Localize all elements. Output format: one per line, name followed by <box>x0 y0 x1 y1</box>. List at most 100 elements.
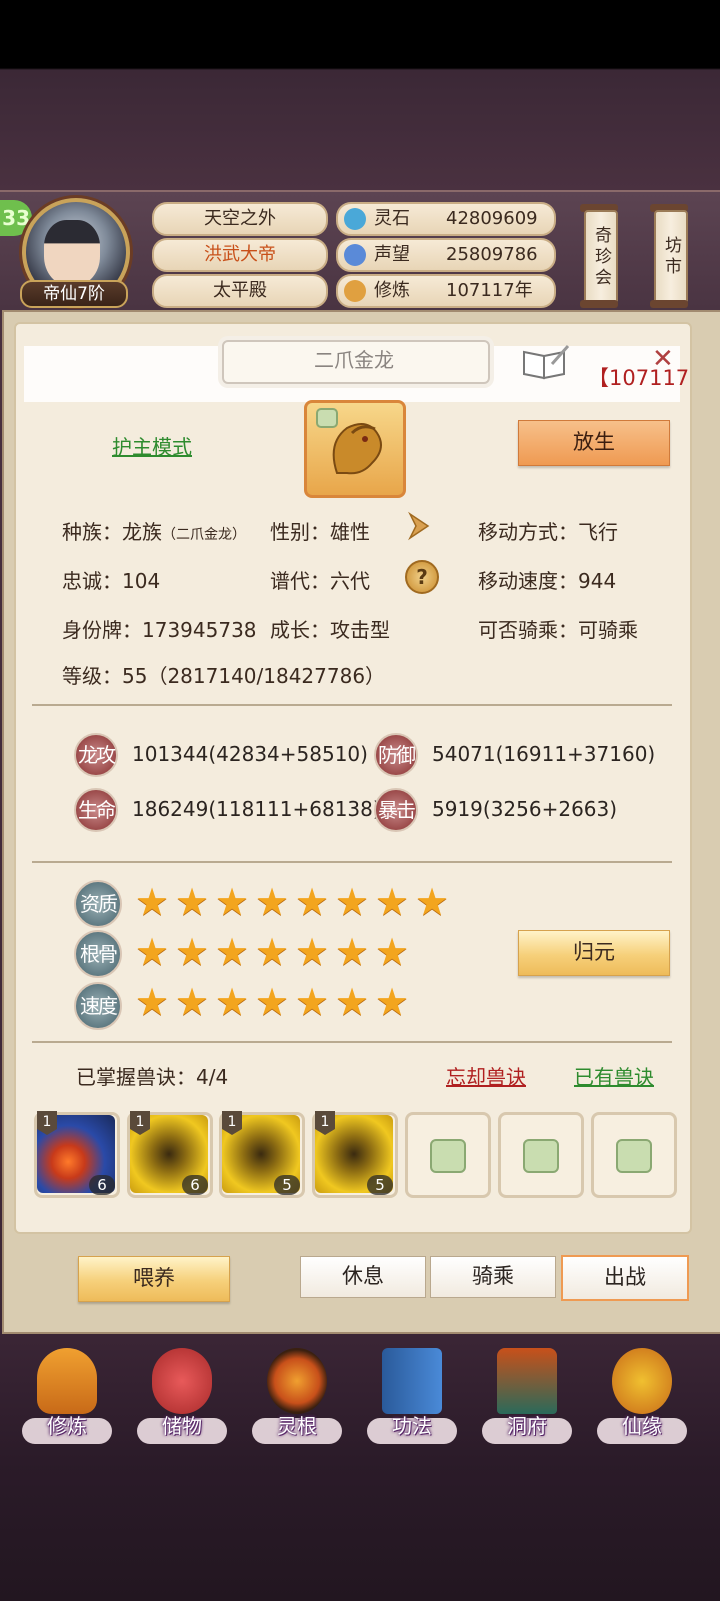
skill-slot[interactable]: 1 6 <box>127 1111 213 1198</box>
player-rank: 帝仙7阶 <box>20 280 128 308</box>
release-button[interactable]: 放生 <box>518 420 670 466</box>
lock-icon <box>430 1139 466 1173</box>
locked-skill-slot[interactable] <box>405 1112 491 1198</box>
avatar-portrait <box>44 220 100 286</box>
nav-cave[interactable]: 洞府 <box>472 1340 582 1450</box>
star-icon: ★ <box>174 930 210 974</box>
close-icon[interactable]: ✕ <box>652 346 674 372</box>
feed-button[interactable]: 喂养 <box>78 1256 230 1302</box>
book-icon <box>382 1348 442 1414</box>
aptitude-stars: ★ ★ ★ ★ ★ ★ ★ ★ <box>134 880 464 924</box>
spirit-stone-icon <box>344 208 366 230</box>
rideable-info: 可否骑乘：可骑乘 <box>478 618 638 642</box>
health-value: 186249(118111+68138) <box>132 797 381 821</box>
nav-destiny[interactable]: 仙缘 <box>587 1340 697 1450</box>
resource-spirit-stone: 灵石 42809609 <box>336 202 556 236</box>
help-icon[interactable]: ? <box>405 560 439 594</box>
rename-book-icon[interactable] <box>520 344 570 380</box>
skill-level: 6 <box>182 1175 208 1195</box>
forget-skill-link[interactable]: 忘却兽诀 <box>446 1061 526 1090</box>
title-1[interactable]: 天空之外 <box>152 202 328 236</box>
nav-label: 洞府 <box>507 1414 547 1438</box>
star-icon: ★ <box>414 880 450 924</box>
title-3[interactable]: 太平殿 <box>152 274 328 308</box>
star-icon: ★ <box>374 980 410 1024</box>
resource-value: 107117年 <box>446 280 533 301</box>
meditation-icon <box>344 280 366 302</box>
nav-storage[interactable]: 储物 <box>127 1340 237 1450</box>
nav-label: 功法 <box>392 1414 432 1438</box>
market-button[interactable]: 坊市 <box>654 210 688 304</box>
nav-spirit-root[interactable]: 灵根 <box>242 1340 352 1450</box>
nav-cultivate[interactable]: 修炼 <box>12 1340 122 1450</box>
race-info: 种族：龙族（二爪金龙） <box>62 516 246 545</box>
divider <box>32 704 672 706</box>
skill-slot[interactable]: 1 5 <box>312 1111 398 1198</box>
gourd-icon <box>612 1348 672 1414</box>
nav-label: 储物 <box>162 1414 202 1438</box>
monk-icon <box>37 1348 97 1414</box>
resource-value: 25809786 <box>446 244 538 265</box>
bottom-nav: 修炼 储物 灵根 功法 洞府 仙缘 <box>0 1340 720 1450</box>
attack-icon: 龙攻 <box>74 733 118 777</box>
defense-icon: 防御 <box>374 733 418 777</box>
skill-slot[interactable]: 1 6 <box>34 1111 120 1198</box>
divider <box>32 1041 672 1043</box>
star-icon: ★ <box>334 880 370 924</box>
star-icon: ★ <box>334 980 370 1024</box>
speed-stars: ★ ★ ★ ★ ★ ★ ★ <box>134 980 464 1024</box>
race-text: 种族：龙族 <box>62 520 162 544</box>
reset-button[interactable]: 归元 <box>518 930 670 976</box>
locked-skill-slot[interactable] <box>591 1112 677 1198</box>
star-icon: ★ <box>254 930 290 974</box>
star-icon: ★ <box>174 880 210 924</box>
skills-mastered: 已掌握兽诀：4/4 <box>76 1065 229 1089</box>
title-2[interactable]: 洪武大帝 <box>152 238 328 272</box>
star-icon: ★ <box>214 880 250 924</box>
nav-label: 灵根 <box>277 1414 317 1438</box>
star-icon: ★ <box>334 930 370 974</box>
resource-label: 灵石 <box>374 208 410 229</box>
generation-info: 谱代：六代 <box>270 569 370 593</box>
growth-info: 成长：攻击型 <box>270 618 390 642</box>
rest-button[interactable]: 休息 <box>300 1256 426 1298</box>
move-type-info: 移动方式：飞行 <box>478 520 618 544</box>
divider <box>32 861 672 863</box>
spirit-root-icon <box>267 1348 327 1414</box>
skill-level: 6 <box>89 1175 115 1195</box>
scroll-cap <box>650 300 688 308</box>
nav-label: 仙缘 <box>622 1414 662 1438</box>
star-icon: ★ <box>214 930 250 974</box>
skill-level: 5 <box>274 1175 300 1195</box>
health-icon: 生命 <box>74 788 118 832</box>
skill-slot[interactable]: 1 5 <box>219 1111 305 1198</box>
nav-skills[interactable]: 功法 <box>357 1340 467 1450</box>
scroll-cap <box>580 300 618 308</box>
id-card-info: 身份牌：173945738 <box>62 618 257 642</box>
star-icon: ★ <box>254 980 290 1024</box>
lock-icon <box>523 1139 559 1173</box>
resource-prestige: 声望 25809786 <box>336 238 556 272</box>
pet-portrait <box>304 400 406 498</box>
star-icon: ★ <box>174 980 210 1024</box>
ride-button[interactable]: 骑乘 <box>430 1256 556 1298</box>
treasure-auction-button[interactable]: 奇珍会 <box>584 210 618 304</box>
speed-icon: 速度 <box>74 982 122 1030</box>
resource-value: 42809609 <box>446 208 538 229</box>
owned-skills-link[interactable]: 已有兽诀 <box>574 1061 654 1090</box>
resource-cultivation: 修炼 107117年 <box>336 274 556 308</box>
crit-icon: 暴击 <box>374 788 418 832</box>
battle-button[interactable]: 出战 <box>561 1255 689 1301</box>
star-icon: ★ <box>134 880 170 924</box>
star-icon: ★ <box>134 980 170 1024</box>
guard-mode-link[interactable]: 护主模式 <box>112 431 192 460</box>
prestige-icon <box>344 244 366 266</box>
golden-dragon-icon <box>316 408 382 475</box>
star-icon: ★ <box>294 980 330 1024</box>
bone-icon: 根骨 <box>74 930 122 978</box>
race-subtext: （二爪金龙） <box>162 527 246 543</box>
locked-skill-slot[interactable] <box>498 1112 584 1198</box>
defense-value: 54071(16911+37160) <box>432 742 656 766</box>
star-icon: ★ <box>214 980 250 1024</box>
star-icon: ★ <box>134 930 170 974</box>
